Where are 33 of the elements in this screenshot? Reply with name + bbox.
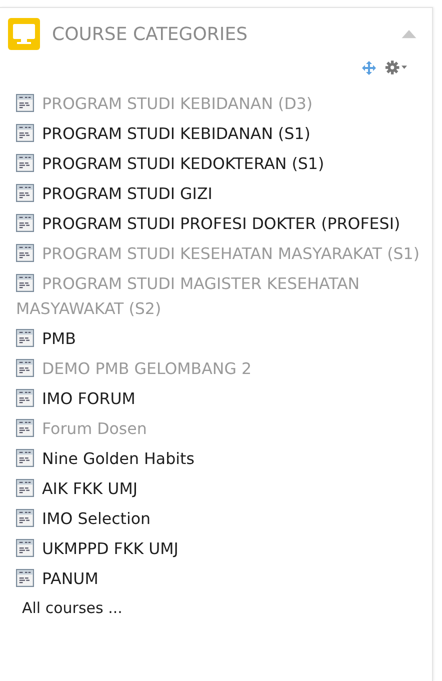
settings-icon[interactable] bbox=[385, 60, 407, 75]
category-icon bbox=[16, 358, 34, 376]
category-link[interactable]: IMO FORUM bbox=[16, 386, 426, 410]
category-link[interactable]: PROGRAM STUDI PROFESI DOKTER (PROFESI) bbox=[16, 210, 426, 236]
category-icon bbox=[16, 94, 34, 112]
collapse-caret-icon[interactable] bbox=[401, 30, 417, 38]
category-link[interactable]: Nine Golden Habits bbox=[16, 446, 426, 470]
category-icon bbox=[16, 124, 34, 142]
move-icon[interactable] bbox=[362, 60, 376, 74]
category-icon bbox=[16, 328, 34, 346]
monitor-icon bbox=[8, 18, 40, 50]
category-icon bbox=[16, 244, 34, 262]
category-link[interactable]: PROGRAM STUDI KEBIDANAN (S1) bbox=[16, 120, 426, 146]
category-link[interactable]: UKMPPD FKK UMJ bbox=[16, 536, 426, 560]
category-icon bbox=[16, 214, 34, 232]
category-icon bbox=[16, 538, 34, 556]
category-icon bbox=[16, 448, 34, 466]
category-icon bbox=[16, 568, 34, 586]
category-link[interactable]: AIK FKK UMJ bbox=[16, 476, 426, 500]
all-courses-link[interactable]: All courses ... bbox=[22, 599, 122, 617]
category-link[interactable]: PANUM bbox=[16, 566, 426, 590]
category-icon bbox=[16, 388, 34, 406]
category-icon bbox=[16, 418, 34, 436]
category-link[interactable]: PROGRAM STUDI KEDOKTERAN (S1) bbox=[16, 150, 426, 176]
category-link[interactable]: PROGRAM STUDI GIZI bbox=[16, 180, 426, 206]
category-icon bbox=[16, 478, 34, 496]
category-icon bbox=[16, 154, 34, 172]
category-icon bbox=[16, 184, 34, 202]
category-icon bbox=[16, 508, 34, 526]
category-link[interactable]: IMO Selection bbox=[16, 506, 426, 530]
category-link[interactable]: PMB bbox=[16, 326, 426, 350]
block-title: COURSE CATEGORIES bbox=[52, 24, 249, 44]
category-icon bbox=[16, 274, 34, 292]
